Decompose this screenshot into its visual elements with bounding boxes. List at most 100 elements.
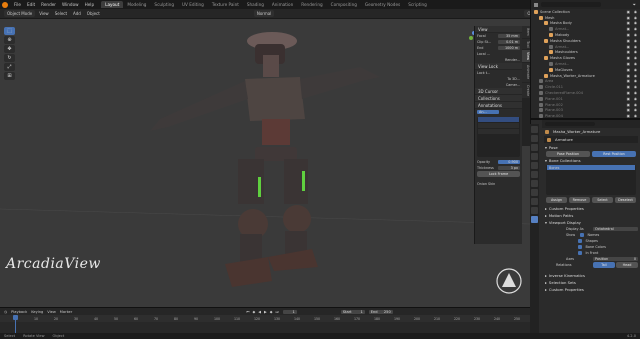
- rest-position-button[interactable]: Rest Position: [592, 151, 636, 157]
- render-toggle-icon[interactable]: ▣: [627, 10, 630, 14]
- render-toggle-icon[interactable]: ▣: [627, 21, 630, 25]
- armature-data-field[interactable]: Armature: [544, 136, 638, 143]
- annotation-layer-list[interactable]: [477, 117, 520, 157]
- jump-end-icon[interactable]: ⏭: [276, 310, 279, 314]
- tab-rendering[interactable]: Rendering: [297, 1, 326, 8]
- assign-button[interactable]: Assign: [546, 197, 567, 203]
- render-toggle-icon[interactable]: ▣: [627, 91, 630, 95]
- clip-start-field[interactable]: 0.01 m: [498, 40, 520, 44]
- visibility-eye-icon[interactable]: ◉: [634, 85, 637, 89]
- tab-modeling[interactable]: Modeling: [123, 1, 150, 8]
- selection-sets-header[interactable]: ▸ Selection Sets: [542, 279, 640, 286]
- output-props-icon[interactable]: [531, 144, 538, 151]
- visibility-eye-icon[interactable]: ◉: [634, 16, 637, 20]
- focal-field[interactable]: 35 mm: [498, 34, 520, 38]
- menu-keying[interactable]: Keying: [31, 310, 43, 314]
- viewport-display-header[interactable]: ▾ Viewport Display: [542, 219, 640, 226]
- visibility-eye-icon[interactable]: ◉: [634, 45, 637, 49]
- menu-edit[interactable]: Edit: [24, 2, 38, 7]
- bone-collections-header[interactable]: ▾ Bone Collections: [542, 157, 640, 164]
- render-toggle-icon[interactable]: ▣: [627, 97, 630, 101]
- motion-paths-header[interactable]: ▸ Motion Paths: [542, 212, 640, 219]
- visibility-eye-icon[interactable]: ◉: [634, 68, 637, 72]
- pose-panel-header[interactable]: ▾ Pose: [542, 144, 640, 151]
- render-toggle-icon[interactable]: ▣: [627, 85, 630, 89]
- tab-item[interactable]: Item: [522, 26, 530, 38]
- object-props-icon[interactable]: [531, 180, 538, 187]
- tab-texture-paint[interactable]: Texture Paint: [208, 1, 243, 8]
- menu-view[interactable]: View: [37, 11, 51, 16]
- render-toggle-icon[interactable]: ▣: [627, 39, 630, 43]
- menu-window[interactable]: Window: [59, 2, 82, 7]
- start-frame-field[interactable]: Start 1: [340, 309, 365, 314]
- remove-button[interactable]: Remove: [569, 197, 590, 203]
- constraint-props-icon[interactable]: [531, 207, 538, 214]
- render-toggle-icon[interactable]: ▣: [627, 103, 630, 107]
- render-region-check[interactable]: Render...: [505, 58, 520, 62]
- tab-uv-editing[interactable]: UV Editing: [178, 1, 208, 8]
- filter-icon[interactable]: ⏷: [633, 2, 636, 7]
- transform-orientation[interactable]: Normal: [253, 10, 275, 17]
- render-toggle-icon[interactable]: ▣: [627, 108, 630, 112]
- render-toggle-icon[interactable]: ▣: [627, 56, 630, 60]
- timeline-editor-icon[interactable]: ◷: [4, 310, 7, 314]
- tab-tool[interactable]: Tool: [522, 38, 530, 50]
- clip-end-field[interactable]: 1000 m: [498, 46, 520, 50]
- view-lock-title[interactable]: View Lock: [475, 63, 522, 70]
- menu-file[interactable]: File: [11, 2, 24, 7]
- visibility-eye-icon[interactable]: ◉: [634, 56, 637, 60]
- pose-position-button[interactable]: Pose Position: [546, 151, 590, 157]
- scene-props-icon[interactable]: [531, 162, 538, 169]
- menu-select[interactable]: Select: [53, 11, 69, 16]
- render-toggle-icon[interactable]: ▣: [627, 74, 630, 78]
- cursor-icon[interactable]: ⊕: [4, 36, 15, 44]
- menu-view-timeline[interactable]: View: [47, 310, 56, 314]
- timeline-ruler[interactable]: 0102030405060708090100110120130140150160…: [0, 315, 530, 322]
- names-checkbox[interactable]: [580, 233, 584, 237]
- tool-props-icon[interactable]: [531, 126, 538, 133]
- bone-colors-checkbox[interactable]: [578, 245, 582, 249]
- render-toggle-icon[interactable]: ▣: [627, 16, 630, 20]
- tab-compositing[interactable]: Compositing: [327, 1, 361, 8]
- lock-camera-check[interactable]: Camer...: [506, 83, 520, 87]
- shapes-checkbox[interactable]: [578, 239, 582, 243]
- annotation-layer[interactable]: An...: [477, 110, 499, 114]
- inverse-kinematics-header[interactable]: ▸ Inverse Kinematics: [542, 272, 640, 279]
- render-toggle-icon[interactable]: ▣: [627, 45, 630, 49]
- end-frame-field[interactable]: End 250: [368, 309, 393, 314]
- tab-sculpting[interactable]: Sculpting: [150, 1, 178, 8]
- play-reverse-icon[interactable]: ◀: [258, 310, 261, 314]
- view-panel-title[interactable]: View: [475, 26, 522, 33]
- next-key-icon[interactable]: ◆: [270, 310, 273, 314]
- annotations-panel-title[interactable]: Annotations: [475, 102, 522, 109]
- visibility-eye-icon[interactable]: ◉: [634, 91, 637, 95]
- visibility-eye-icon[interactable]: ◉: [634, 97, 637, 101]
- lock-3d-check[interactable]: To 3D...: [507, 77, 520, 81]
- visibility-eye-icon[interactable]: ◉: [634, 21, 637, 25]
- transform-icon[interactable]: ⊞: [4, 72, 15, 80]
- scale-icon[interactable]: ⤢: [4, 63, 15, 71]
- cursor-panel-title[interactable]: 3D Cursor: [475, 88, 522, 95]
- move-icon[interactable]: ✥: [4, 45, 15, 53]
- tab-geometry-nodes[interactable]: Geometry Nodes: [361, 1, 404, 8]
- current-frame-field[interactable]: 1: [282, 309, 297, 314]
- tab-create[interactable]: Create: [522, 82, 530, 98]
- select-box-icon[interactable]: ⬚: [4, 27, 15, 35]
- menu-render[interactable]: Render: [38, 2, 59, 7]
- render-toggle-icon[interactable]: ▣: [627, 68, 630, 72]
- head-button[interactable]: Head: [616, 262, 638, 268]
- tab-animation[interactable]: Animation: [268, 1, 297, 8]
- visibility-eye-icon[interactable]: ◉: [634, 79, 637, 83]
- render-props-icon[interactable]: [531, 135, 538, 142]
- world-props-icon[interactable]: [531, 171, 538, 178]
- display-as-select[interactable]: Octahedral: [593, 227, 638, 231]
- menu-help[interactable]: Help: [82, 2, 98, 7]
- render-toggle-icon[interactable]: ▣: [627, 27, 630, 31]
- modifier-props-icon[interactable]: [531, 189, 538, 196]
- tail-button[interactable]: Tail: [593, 262, 615, 268]
- render-toggle-icon[interactable]: ▣: [627, 33, 630, 37]
- menu-marker[interactable]: Marker: [60, 310, 72, 314]
- view-layer-props-icon[interactable]: [531, 153, 538, 160]
- menu-add[interactable]: Add: [71, 11, 83, 16]
- tab-view[interactable]: View: [522, 50, 530, 63]
